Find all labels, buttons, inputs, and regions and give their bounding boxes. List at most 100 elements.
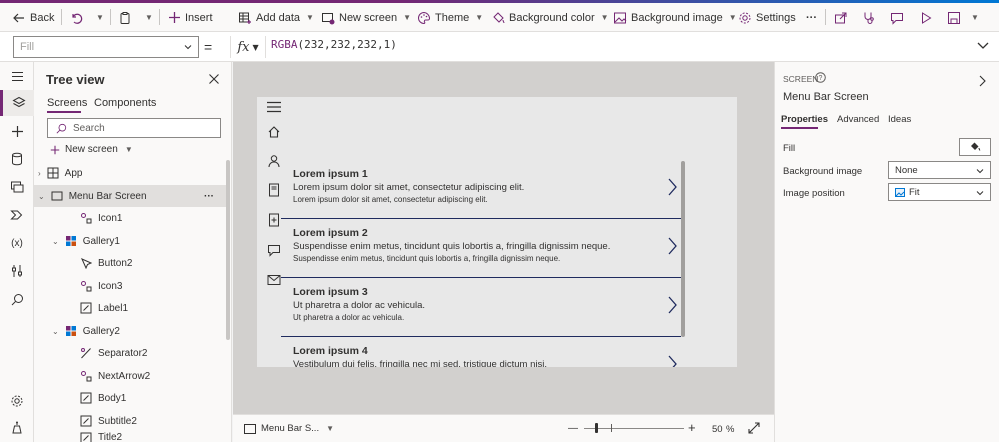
gallery-item[interactable]: Lorem ipsum 4 Vestibulum dui felis, frin… <box>281 337 681 367</box>
fill-color-picker[interactable] <box>959 138 991 156</box>
background-image-button[interactable]: Background image ▼ <box>613 3 737 32</box>
tree-view-title: Tree view <box>46 72 105 87</box>
zoom-slider[interactable] <box>584 428 684 429</box>
item-title: Lorem ipsum 4 <box>293 345 368 357</box>
settings-rail-button[interactable] <box>9 393 25 409</box>
hamburger-menu-icon[interactable] <box>266 100 282 114</box>
tree-node-app[interactable]: › App <box>38 162 224 184</box>
gallery-item[interactable]: Lorem ipsum 1 Lorem ipsum dolor sit amet… <box>281 160 681 219</box>
item-body: Lorem ipsum dolor sit amet, consectetur … <box>293 195 488 204</box>
media-rail-button[interactable] <box>9 179 25 195</box>
tree-node-button2[interactable]: Button2 <box>80 252 132 274</box>
bot-icon <box>12 421 22 434</box>
image-position-value: Fit <box>909 186 920 198</box>
chevron-right-icon[interactable] <box>667 237 677 255</box>
paste-dropdown[interactable]: ▼ <box>143 3 153 32</box>
tab-screens[interactable]: Screens <box>47 97 87 109</box>
add-document-icon[interactable] <box>266 213 282 227</box>
tab-properties[interactable]: Properties <box>781 114 828 125</box>
gallery-scrollbar[interactable] <box>681 161 685 337</box>
save-dropdown[interactable]: ▼ <box>969 3 979 32</box>
tree-node-label: Label1 <box>98 302 129 314</box>
zoom-in-button[interactable]: + <box>688 420 696 435</box>
chat-icon[interactable] <box>266 243 282 257</box>
tree-node-gallery2[interactable]: ⌄ Gallery2 <box>52 320 120 342</box>
chevron-right-icon[interactable] <box>667 296 677 314</box>
new-screen-button[interactable]: New screen ▼ <box>321 3 411 32</box>
comments-button[interactable] <box>890 3 904 32</box>
tree-view-rail-button[interactable] <box>0 90 34 116</box>
undo-button[interactable] <box>69 3 83 32</box>
home-icon[interactable] <box>266 125 282 139</box>
tree-node-separator2[interactable]: Separator2 <box>80 342 147 364</box>
advanced-tools-rail-button[interactable] <box>9 263 25 279</box>
tree-node-label: Button2 <box>98 257 133 269</box>
formula-input[interactable]: RGBA(232,232,232,1) <box>271 38 397 51</box>
more-button[interactable]: ··· <box>806 3 817 32</box>
insert-button[interactable]: Insert <box>168 3 213 32</box>
background-color-button[interactable]: Background color ▼ <box>491 3 609 32</box>
search-icon <box>11 293 23 305</box>
zoom-out-button[interactable]: — <box>568 423 578 434</box>
button-icon <box>81 258 92 269</box>
hamburger-menu-icon[interactable] <box>9 68 25 84</box>
notebook-icon[interactable] <box>266 183 282 197</box>
app-screen-preview[interactable]: Lorem ipsum 1 Lorem ipsum dolor sit amet… <box>257 97 737 367</box>
person-icon[interactable] <box>266 154 282 168</box>
search-input[interactable]: Search <box>47 118 221 138</box>
help-icon[interactable]: ? <box>815 72 826 83</box>
search-rail-button[interactable] <box>9 291 25 307</box>
zoom-value[interactable]: 50 <box>712 424 723 435</box>
tab-ideas[interactable]: Ideas <box>888 114 911 125</box>
gallery-item[interactable]: Lorem ipsum 2 Suspendisse enim metus, ti… <box>281 219 681 278</box>
gallery-item[interactable]: Lorem ipsum 3 Ut pharetra a dolor ac veh… <box>281 278 681 337</box>
background-image-label: Background image <box>783 166 863 177</box>
svg-text:?: ? <box>819 75 823 82</box>
node-more-button[interactable]: ··· <box>204 191 214 202</box>
tree-scrollbar[interactable] <box>226 160 230 340</box>
virtual-agent-rail-button[interactable] <box>9 420 25 436</box>
tab-advanced[interactable]: Advanced <box>837 114 879 125</box>
new-screen-tree-button[interactable]: New screen ▼ <box>50 144 133 155</box>
tree-node-menu-bar-screen[interactable]: ⌄ Menu Bar Screen ··· <box>34 185 226 207</box>
function-button[interactable]: fx ▼ <box>230 36 266 58</box>
preview-button[interactable] <box>919 3 933 32</box>
tree-node-gallery1[interactable]: ⌄ Gallery1 <box>52 230 120 252</box>
share-button[interactable] <box>834 3 848 32</box>
tree-node-title2[interactable]: Title2 <box>80 432 122 442</box>
theme-button[interactable]: Theme ▼ <box>417 3 483 32</box>
chevron-down-icon <box>976 169 984 174</box>
tree-node-nextarrow2[interactable]: NextArrow2 <box>80 365 150 387</box>
tree-node-subtitle2[interactable]: Subtitle2 <box>80 410 137 432</box>
tab-components[interactable]: Components <box>94 97 156 109</box>
background-image-dropdown[interactable]: None <box>888 161 991 179</box>
save-button[interactable] <box>947 3 961 32</box>
undo-dropdown[interactable]: ▼ <box>94 3 104 32</box>
insert-rail-button[interactable] <box>9 123 25 139</box>
tree-node-label1[interactable]: Label1 <box>80 297 128 319</box>
app-checker-button[interactable] <box>862 3 876 32</box>
data-rail-button[interactable] <box>9 151 25 167</box>
add-data-button[interactable]: Add data ▼ <box>238 3 314 32</box>
chevron-right-icon[interactable] <box>667 178 677 196</box>
tree-node-label: Title2 <box>98 432 123 442</box>
back-button[interactable]: Back <box>12 3 54 32</box>
screen-selector[interactable]: Menu Bar S... ▼ <box>244 423 334 434</box>
chevron-right-icon[interactable] <box>978 75 986 87</box>
close-icon[interactable] <box>208 73 220 85</box>
image-position-dropdown[interactable]: Fit <box>888 183 991 201</box>
zoom-slider-thumb[interactable] <box>595 423 598 433</box>
chevron-right-icon[interactable] <box>667 355 677 367</box>
power-automate-rail-button[interactable] <box>9 207 25 223</box>
variables-rail-button[interactable]: (x) <box>9 235 25 251</box>
expand-formula-icon[interactable] <box>976 40 990 52</box>
tree-node-icon3[interactable]: Icon3 <box>80 275 122 297</box>
settings-button[interactable]: Settings <box>738 3 796 32</box>
tree-node-body1[interactable]: Body1 <box>80 387 126 409</box>
property-dropdown[interactable]: Fill <box>13 36 199 58</box>
mail-icon[interactable] <box>266 273 282 287</box>
tree-node-icon1[interactable]: Icon1 <box>80 207 122 229</box>
paste-button[interactable] <box>118 3 132 32</box>
fit-to-window-icon[interactable] <box>748 422 760 434</box>
flow-icon <box>10 210 23 220</box>
